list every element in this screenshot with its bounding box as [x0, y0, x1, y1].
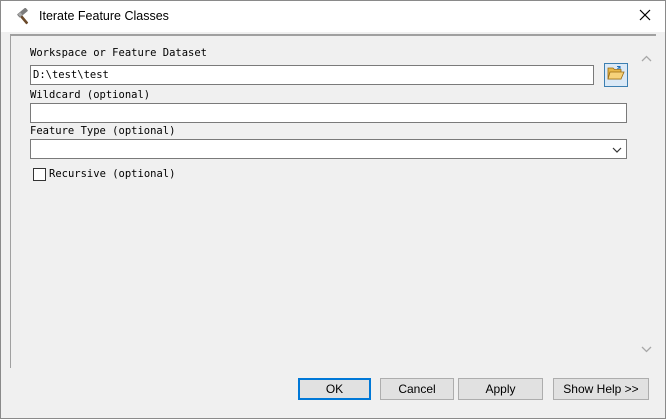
recursive-checkbox[interactable] — [33, 168, 46, 181]
workspace-label: Workspace or Feature Dataset — [30, 47, 208, 59]
vertical-scrollbar[interactable] — [638, 36, 655, 368]
ok-button[interactable]: OK — [298, 378, 371, 400]
apply-button[interactable]: Apply — [458, 378, 543, 400]
parameters-panel: Workspace or Feature Dataset D:\test\tes… — [10, 34, 656, 368]
dialog-window: Iterate Feature Classes Workspace or Fea… — [0, 0, 666, 419]
close-button[interactable] — [625, 1, 665, 32]
workspace-input[interactable]: D:\test\test — [30, 65, 594, 85]
button-bar: OK Cancel Apply Show Help >> — [10, 370, 656, 410]
wildcard-input[interactable] — [30, 103, 627, 123]
feature-type-select[interactable] — [30, 139, 627, 159]
close-icon — [639, 8, 651, 26]
chevron-down-icon[interactable] — [641, 340, 652, 358]
hammer-icon — [15, 7, 33, 26]
cancel-button[interactable]: Cancel — [380, 378, 454, 400]
wildcard-label: Wildcard (optional) — [30, 89, 151, 101]
chevron-down-icon — [612, 145, 622, 157]
recursive-label: Recursive (optional) — [49, 168, 176, 180]
title-bar[interactable]: Iterate Feature Classes — [1, 1, 665, 32]
feature-type-label: Feature Type (optional) — [30, 125, 176, 137]
browse-button[interactable] — [604, 63, 628, 87]
window-title: Iterate Feature Classes — [39, 9, 169, 23]
show-help-button[interactable]: Show Help >> — [553, 378, 649, 400]
folder-open-icon — [607, 65, 625, 86]
chevron-up-icon[interactable] — [641, 50, 652, 68]
